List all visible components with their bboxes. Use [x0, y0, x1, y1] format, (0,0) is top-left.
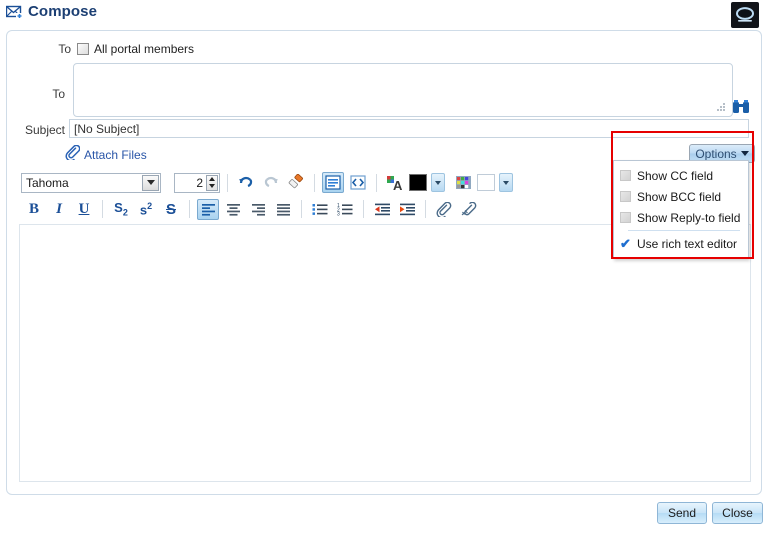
text-color-dropdown[interactable] [431, 173, 445, 192]
checkbox-unchecked-icon [620, 170, 631, 181]
indent-icon[interactable] [396, 199, 418, 220]
subject-label: Subject [24, 123, 65, 137]
caret-down-icon [740, 151, 749, 156]
menu-item-label: Show Reply-to field [637, 210, 741, 225]
menu-item-label: Show BCC field [637, 189, 722, 204]
font-size-value: 2 [196, 175, 203, 190]
send-button[interactable]: Send [657, 502, 707, 524]
paperclip-icon [65, 144, 81, 165]
svg-text:3: 3 [337, 211, 340, 215]
check-icon: ✔ [620, 236, 631, 251]
checkbox-unchecked-icon [620, 212, 631, 223]
font-family-select[interactable]: Tahoma [21, 172, 161, 193]
align-left-icon[interactable] [197, 198, 219, 220]
toolbar-separator [363, 200, 364, 218]
editor-body[interactable] [19, 224, 751, 482]
menu-item-show-cc[interactable]: Show CC field [614, 165, 748, 186]
all-members-label: To [58, 42, 71, 56]
toolbar-separator [425, 200, 426, 218]
background-color-dropdown[interactable] [499, 173, 513, 192]
toolbar-separator [102, 200, 103, 218]
subject-field-row: Subject [7, 119, 763, 143]
outdent-icon[interactable] [371, 199, 393, 220]
to-field-row: To [7, 63, 763, 123]
font-family-value: Tahoma [26, 175, 69, 190]
text-color-picker-icon[interactable]: A [384, 172, 406, 193]
subscript-icon[interactable]: S2 [110, 199, 132, 220]
menu-item-show-bcc[interactable]: Show BCC field [614, 186, 748, 207]
options-dropdown-menu: Show CC field Show BCC field Show Reply-… [613, 160, 749, 259]
checkbox-unchecked-icon [620, 191, 631, 202]
text-color-swatch[interactable] [409, 174, 427, 191]
insert-link-icon[interactable] [433, 199, 455, 220]
toolbar-separator [227, 173, 228, 192]
to-label: To [52, 87, 65, 101]
all-portal-members-checkbox-label[interactable]: All portal members [94, 42, 194, 56]
toolbar-separator [189, 200, 190, 218]
attach-files-button[interactable]: Attach Files [65, 144, 147, 165]
compose-form-panel: To All portal members To Subject [No Sub… [6, 30, 762, 495]
binoculars-icon[interactable] [732, 99, 750, 120]
numbered-list-icon[interactable]: 1 2 3 [334, 199, 356, 220]
menu-item-use-rich-text-editor[interactable]: ✔ Use rich text editor [614, 233, 748, 254]
subject-input[interactable] [69, 119, 749, 138]
remove-format-icon[interactable] [285, 172, 307, 193]
chevron-down-icon[interactable] [142, 174, 159, 191]
svg-text:A: A [393, 178, 403, 191]
compose-window: Compose To All portal members To Subject… [0, 0, 769, 534]
underline-icon[interactable]: U [73, 199, 95, 220]
align-justify-icon[interactable] [272, 199, 294, 220]
window-footer: Send Close [0, 498, 769, 534]
background-color-picker-icon[interactable] [452, 172, 474, 193]
source-code-icon[interactable] [347, 172, 369, 193]
menu-item-label: Use rich text editor [637, 236, 738, 251]
bold-icon[interactable]: B [23, 199, 45, 220]
close-button[interactable]: Close [712, 502, 763, 524]
envelope-add-icon [6, 5, 24, 19]
align-center-icon[interactable] [222, 199, 244, 220]
superscript-icon[interactable]: s2 [135, 199, 157, 220]
page-title-text: Compose [28, 3, 98, 20]
all-portal-members-checkbox[interactable] [77, 43, 89, 55]
toolbar-separator [314, 173, 315, 192]
options-button-label: Options [695, 146, 737, 161]
to-input[interactable] [73, 63, 733, 117]
toolbar-separator [376, 173, 377, 192]
menu-item-show-reply-to[interactable]: Show Reply-to field [614, 207, 748, 228]
strikethrough-icon[interactable]: S [160, 199, 182, 220]
background-color-swatch[interactable] [477, 174, 495, 191]
portal-logo-icon [731, 2, 759, 28]
italic-icon[interactable]: I [48, 199, 70, 220]
font-size-spinner-icon[interactable] [206, 174, 218, 191]
redo-icon[interactable] [260, 172, 282, 193]
toolbar-separator [301, 200, 302, 218]
menu-item-label: Show CC field [637, 168, 714, 183]
font-size-stepper[interactable]: 2 [174, 172, 220, 193]
bullet-list-icon[interactable] [309, 199, 331, 220]
window-header: Compose [0, 0, 769, 30]
remove-link-icon[interactable] [458, 199, 480, 220]
toggle-editor-icon[interactable] [322, 172, 344, 193]
menu-divider [628, 230, 740, 231]
page-title: Compose [6, 3, 97, 20]
attach-files-label: Attach Files [84, 148, 147, 162]
align-right-icon[interactable] [247, 199, 269, 220]
undo-icon[interactable] [235, 172, 257, 193]
all-portal-members-row: To All portal members [7, 39, 763, 59]
